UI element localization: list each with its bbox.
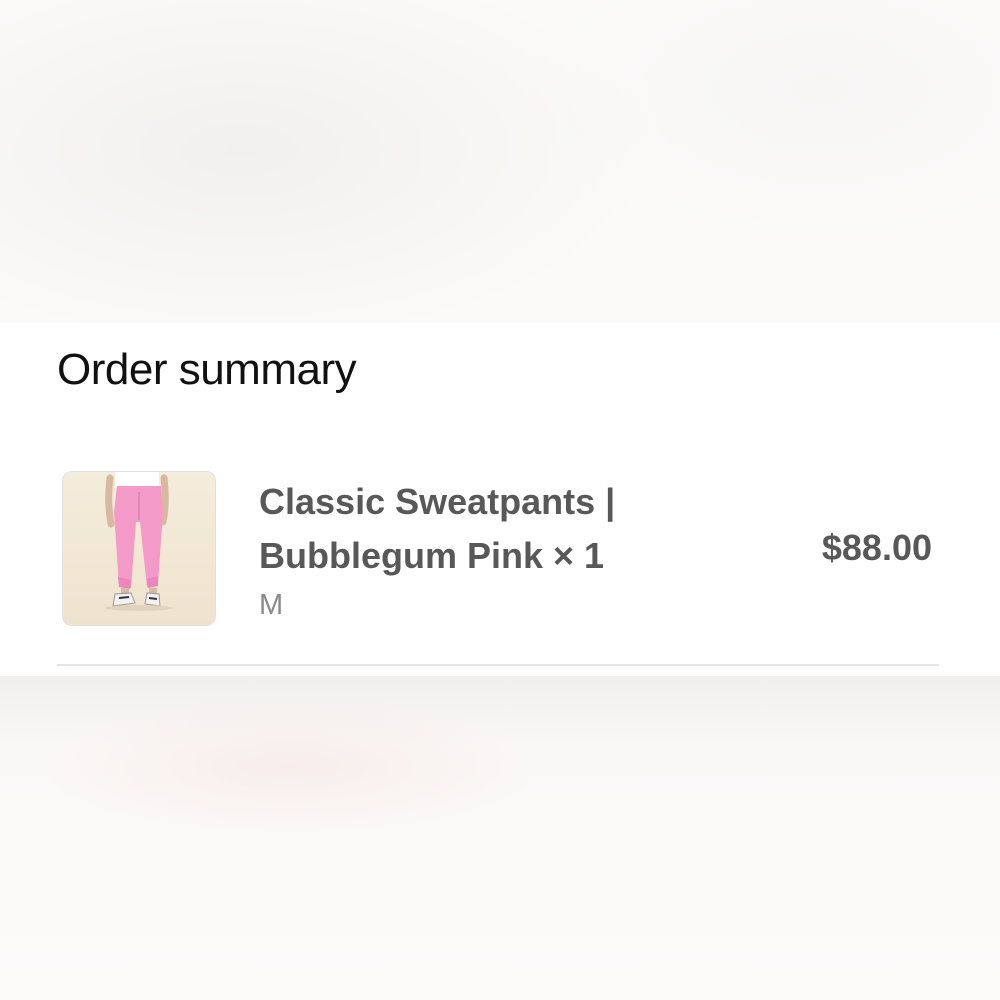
- product-name-line-1: Classic Sweatpants |: [259, 481, 616, 522]
- product-name-line-2: Bubblegum Pink × 1: [259, 535, 605, 576]
- order-summary-panel: Order summary Classic Sweatpants | Bubbl…: [0, 323, 1000, 676]
- product-name[interactable]: Classic Sweatpants | Bubblegum Pink × 1: [259, 475, 719, 583]
- order-summary-title: Order summary: [57, 345, 357, 394]
- product-price: $88.00: [821, 527, 932, 568]
- product-thumbnail[interactable]: [62, 471, 216, 626]
- product-variant-size: M: [259, 589, 284, 621]
- divider: [57, 664, 939, 666]
- blurred-background-top: [0, 0, 1000, 323]
- blurred-background-bottom: [0, 676, 1000, 1000]
- product-photo-icon: [105, 472, 173, 611]
